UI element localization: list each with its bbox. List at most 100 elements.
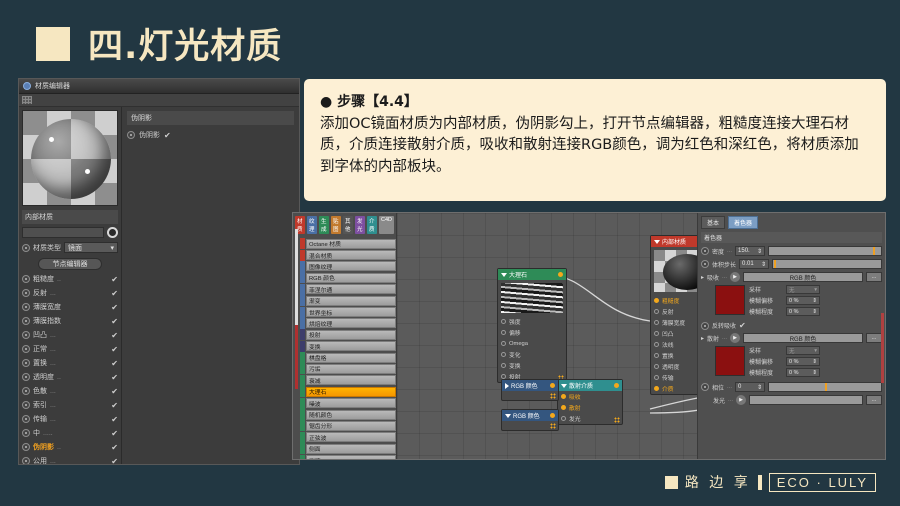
node-resize-grip[interactable] <box>550 423 556 429</box>
chevron-down-icon[interactable]: ▾ <box>814 287 817 293</box>
channel-row[interactable]: 凹凸... ✔ <box>22 328 118 342</box>
color-picker-icon[interactable] <box>107 227 118 238</box>
channel-checkmark-icon[interactable]: ✔ <box>111 331 118 340</box>
spinner-icon[interactable]: ⇕ <box>757 248 762 255</box>
channel-row[interactable]: 索引... ✔ <box>22 398 118 412</box>
channel-radio[interactable] <box>22 303 30 311</box>
material-type-radio[interactable] <box>22 243 30 252</box>
channel-checkmark-icon[interactable]: ✔ <box>111 345 118 354</box>
emission-more-button[interactable]: ... <box>866 395 882 405</box>
node-port-dot[interactable] <box>654 320 659 325</box>
absorption-shader[interactable]: RGB 颜色 <box>743 272 863 282</box>
node-rgb-color-bottom-output-port[interactable] <box>550 413 555 418</box>
palette-item[interactable]: 锯齿分形 <box>300 420 396 432</box>
node-editor-button[interactable]: 节点编辑器 <box>38 258 102 270</box>
node-rgb-color-top-header[interactable]: RGB 颜色 <box>502 380 558 391</box>
channel-checkmark-icon[interactable]: ✔ <box>111 443 118 452</box>
absorption-more-button[interactable]: ... <box>866 272 882 282</box>
step-length-input[interactable]: 0.01 ⇕ <box>739 259 770 269</box>
node-scatter-medium[interactable]: 散射介质 吸收 散射 发光 <box>557 379 623 425</box>
channel-checkmark-icon[interactable]: ✔ <box>111 457 118 465</box>
palette-tab[interactable]: 发光 <box>355 216 365 234</box>
node-rgb-color-bottom-header[interactable]: RGB 颜色 <box>502 410 558 421</box>
collapse-triangle-icon[interactable] <box>654 239 660 244</box>
collapse-triangle-icon[interactable] <box>501 272 507 277</box>
palette-item[interactable]: 噪波 <box>300 397 396 409</box>
palette-item[interactable]: 渐变 <box>300 295 396 307</box>
property-sub-row[interactable]: 模糊偏移 0 % ⇕ <box>749 296 882 305</box>
palette-item[interactable]: RGB 颜色 <box>300 272 396 284</box>
node-port-dot[interactable] <box>654 331 659 336</box>
channel-radio[interactable] <box>22 359 30 367</box>
channel-radio[interactable] <box>22 275 30 283</box>
channel-radio[interactable] <box>22 387 30 395</box>
spinner-icon[interactable]: ⇕ <box>812 370 817 376</box>
node-port-row[interactable]: 强度 <box>498 316 566 327</box>
palette-item[interactable]: 随机颜色 <box>300 409 396 421</box>
channel-row[interactable]: 伪阴影.. ✔ <box>22 440 118 454</box>
node-scatter-medium-output-port[interactable] <box>614 383 619 388</box>
property-sub-value[interactable]: 无 ▾ <box>786 346 820 355</box>
palette-item[interactable]: 菲涅尔通 <box>300 283 396 295</box>
scattering-link-icon[interactable]: ▶ <box>730 333 741 343</box>
step-length-radio[interactable] <box>701 260 709 268</box>
channel-radio[interactable] <box>22 331 30 339</box>
channel-checkmark-icon[interactable]: ✔ <box>111 429 118 438</box>
node-port-dot[interactable] <box>654 386 659 391</box>
material-name-input[interactable] <box>22 227 104 238</box>
phase-input[interactable]: 0 ⇕ <box>735 382 766 392</box>
node-port-dot[interactable] <box>501 352 506 357</box>
palette-tab[interactable]: 介质 <box>367 216 377 234</box>
channel-checkmark-icon[interactable]: ✔ <box>111 373 118 382</box>
channel-radio[interactable] <box>22 289 30 297</box>
property-sub-value[interactable]: 0 % ⇕ <box>786 357 820 366</box>
node-port-row[interactable]: 吸收 <box>558 391 622 402</box>
node-rgb-color-bottom[interactable]: RGB 颜色 <box>501 409 559 431</box>
node-port-dot[interactable] <box>561 416 566 421</box>
collapse-triangle-icon[interactable] <box>505 413 511 418</box>
channel-radio[interactable] <box>22 401 30 409</box>
emission-shader[interactable] <box>749 395 863 405</box>
node-port-dot[interactable] <box>501 330 506 335</box>
channel-row[interactable]: 正常... ✔ <box>22 342 118 356</box>
node-port-dot[interactable] <box>501 319 506 324</box>
node-resize-grip[interactable] <box>550 393 556 399</box>
density-radio[interactable] <box>701 247 709 255</box>
scattering-expand-icon[interactable]: ▸ <box>701 335 704 342</box>
palette-tab[interactable]: 纹理 <box>307 216 317 234</box>
channel-row[interactable]: 薄膜指数 ✔ <box>22 314 118 328</box>
material-type-select[interactable]: 镜面 ▾ <box>64 242 118 253</box>
palette-tab[interactable]: C4D <box>379 216 395 234</box>
palette-item[interactable]: 大理石 <box>300 386 396 398</box>
palette-tab[interactable]: 其他 <box>343 216 353 234</box>
property-sub-row[interactable]: 模糊程度 0 % ⇕ <box>749 368 882 377</box>
property-row-scattering[interactable]: ▸ 散射 ... ▶ RGB 颜色 ... <box>701 333 882 343</box>
absorption-expand-icon[interactable]: ▸ <box>701 274 704 281</box>
palette-item[interactable]: 污垢 <box>300 363 396 375</box>
node-scatter-medium-header[interactable]: 散射介质 <box>558 380 622 391</box>
absorption-color-swatch[interactable] <box>715 285 745 315</box>
density-slider[interactable] <box>768 246 882 256</box>
channel-checkmark-icon[interactable]: ✔ <box>111 289 118 298</box>
fake-shadow-option-row[interactable]: 伪阴影 ✔ <box>127 130 294 140</box>
channel-checkmark-icon[interactable]: ✔ <box>111 387 118 396</box>
property-row-step-length[interactable]: 体积步长 0.01 ⇕ <box>701 259 882 269</box>
property-sub-row[interactable]: 模糊偏移 0 % ⇕ <box>749 357 882 366</box>
spinner-icon[interactable]: ⇕ <box>761 261 766 268</box>
spinner-icon[interactable]: ⇕ <box>812 309 817 315</box>
channel-checkmark-icon[interactable]: ✔ <box>111 317 118 326</box>
channel-radio[interactable] <box>22 443 30 451</box>
node-port-dot[interactable] <box>654 375 659 380</box>
palette-item[interactable]: 世界坐标 <box>300 306 396 318</box>
property-sub-value[interactable]: 无 ▾ <box>786 285 820 294</box>
channel-radio[interactable] <box>22 345 30 353</box>
property-row-emission[interactable]: 发光 ... ▶ ... <box>701 395 882 405</box>
property-row-invert-absorption[interactable]: 反转吸收 ✔ <box>701 321 882 330</box>
node-marble[interactable]: 大理石 强度 偏移 Omega 变化 变换 投射 <box>497 268 567 383</box>
channel-row[interactable]: 中..... ✔ <box>22 426 118 440</box>
node-rgb-color-top-output-port[interactable] <box>550 383 555 388</box>
property-sub-row[interactable]: 采样 无 ▾ <box>749 346 882 355</box>
properties-tab[interactable]: 基本 <box>701 216 726 229</box>
spinner-icon[interactable]: ⇕ <box>757 384 762 391</box>
channel-radio[interactable] <box>22 373 30 381</box>
